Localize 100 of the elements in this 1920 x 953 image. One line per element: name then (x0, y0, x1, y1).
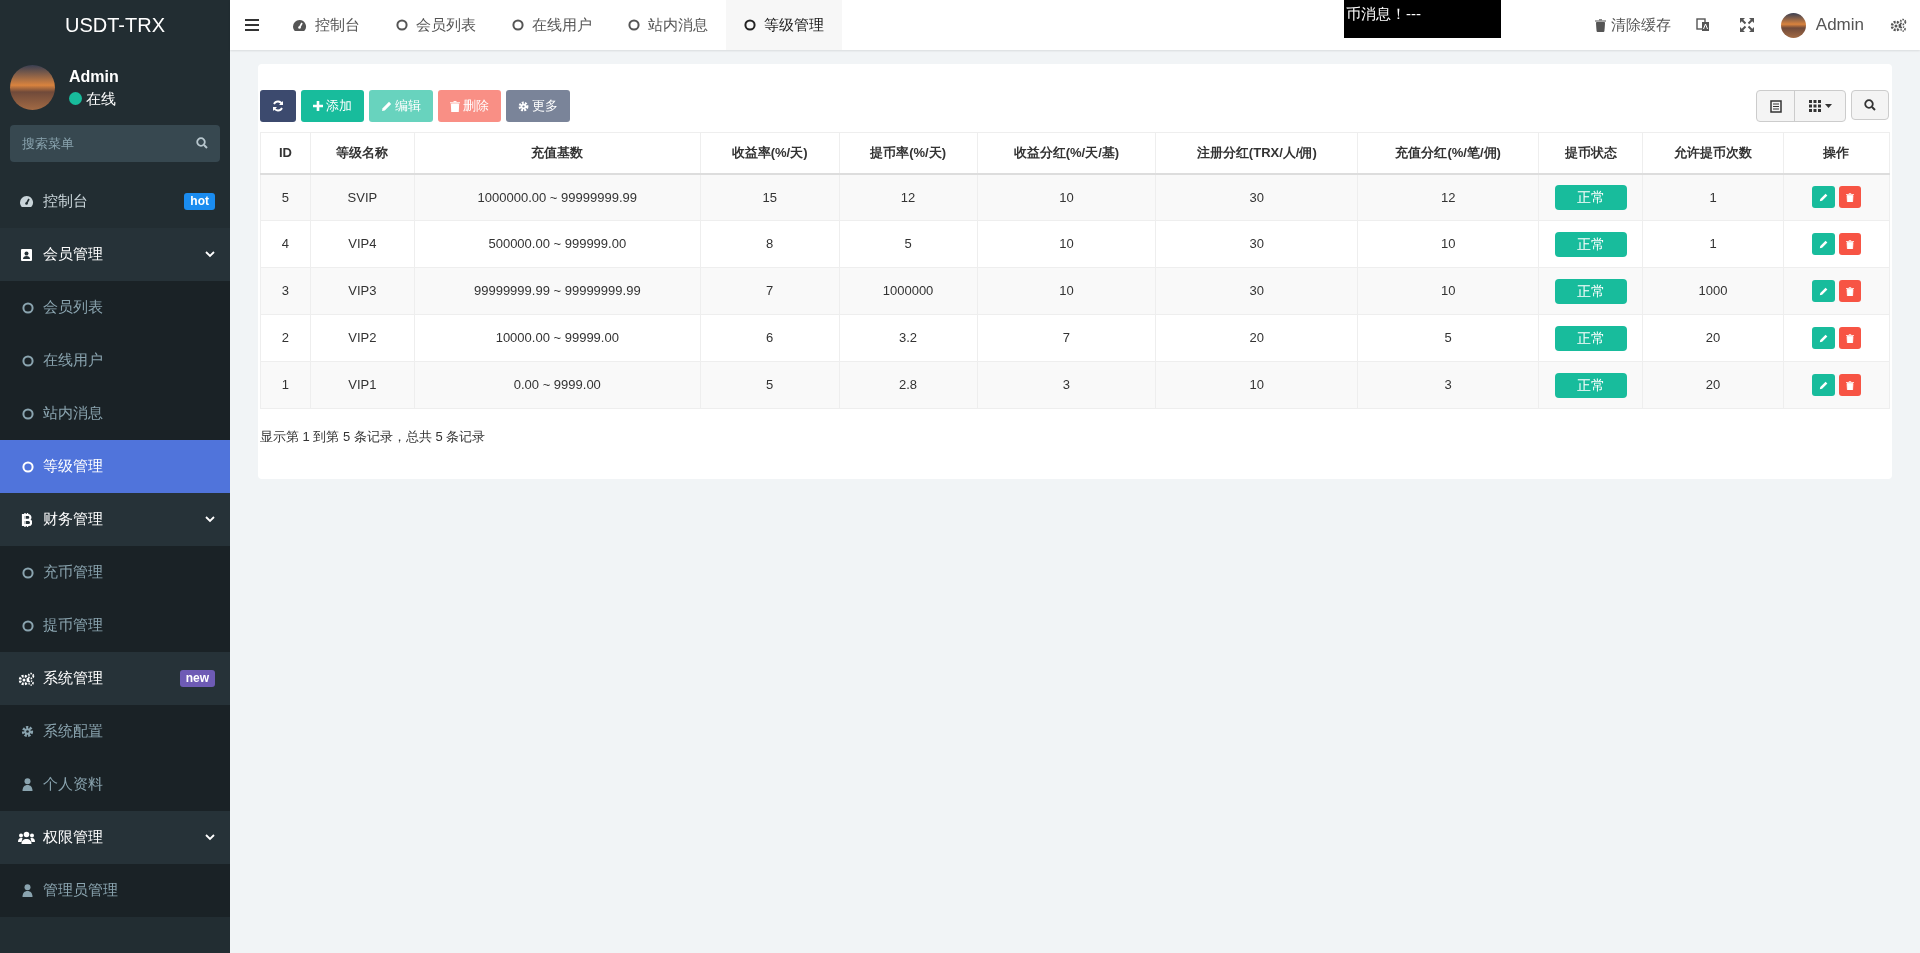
column-header: 等级名称 (336, 145, 389, 160)
edit-button[interactable] (1811, 280, 1835, 302)
settings-icon (21, 725, 34, 738)
sidebar-subitem[interactable]: 提币管理 (0, 599, 230, 652)
circle-icon (21, 460, 34, 473)
table-cell: 8 (766, 236, 774, 252)
table-cell: 5 (766, 377, 774, 393)
delete-button[interactable] (1838, 280, 1861, 302)
column-header: 收益分红(%/天/基) (1013, 145, 1120, 160)
pencil-icon (1818, 333, 1828, 343)
trash-icon (450, 100, 460, 112)
table-cell: 5 (281, 189, 290, 205)
table-cell: 12 (900, 189, 916, 205)
table-cell: 10 (1249, 377, 1265, 393)
sidebar-subitem[interactable]: 站内消息 (0, 387, 230, 440)
settings-icon (518, 100, 529, 112)
sidebar-item[interactable]: 权限管理 (0, 811, 230, 864)
delete-button[interactable] (1838, 374, 1861, 396)
table-cell: 10 (1440, 236, 1456, 252)
edit-button[interactable] (1811, 233, 1835, 255)
table-cell: SVIP (347, 189, 378, 205)
search-button[interactable] (1851, 90, 1889, 120)
table-cell: 1000 (1698, 283, 1728, 299)
circle-icon (21, 301, 34, 314)
table-cell: 3 (1062, 377, 1071, 393)
table-cell: 10 (1440, 283, 1456, 299)
table-cell: VIP4 (348, 236, 377, 252)
expand-icon (1739, 18, 1754, 32)
clear-cache-button[interactable]: 清除缓存 (1584, 13, 1681, 37)
status-badge: 正常 (1554, 278, 1627, 304)
column-header: 提币状态 (1564, 145, 1617, 160)
user-icon (22, 884, 33, 897)
avatar-photo (1780, 12, 1806, 38)
sidebar-subitem[interactable]: 等级管理 (0, 440, 230, 493)
sidebar-subitem[interactable]: 会员列表 (0, 281, 230, 334)
edit-button[interactable] (1811, 186, 1835, 209)
nav-tab[interactable]: 在线用户 (494, 0, 610, 50)
sidebar-item[interactable]: 系统管理 new (0, 652, 230, 705)
table-cell: VIP2 (348, 330, 377, 346)
pencil-icon (1818, 380, 1828, 390)
circle-icon (21, 566, 34, 579)
sidebar-subitem[interactable]: 系统配置 (0, 705, 230, 758)
delete-button[interactable] (1838, 186, 1861, 209)
table-cell: 1 (281, 377, 290, 393)
delete-button[interactable] (1838, 327, 1861, 349)
table-cell: VIP3 (348, 283, 377, 299)
table-cell: 0.00 ~ 9999.00 (513, 377, 601, 393)
trash-icon (1594, 18, 1606, 32)
circle-icon (628, 19, 640, 31)
dashboard-icon (18, 195, 34, 208)
table-cell: 3 (1444, 377, 1452, 393)
edit-button[interactable] (1811, 327, 1835, 349)
nav-tab[interactable]: 会员列表 (378, 0, 494, 50)
table-cell: 15 (762, 189, 777, 205)
caret-icon (1824, 104, 1832, 108)
search-field[interactable]: 搜索菜单 (10, 125, 220, 162)
circle-icon (396, 19, 408, 31)
more-button[interactable]: 更多 (506, 90, 570, 122)
pagination-info: 显示第 1 到第 5 条记录，总共 5 条记录 (260, 428, 486, 446)
menu-icon (245, 19, 259, 31)
trash-icon (1845, 192, 1854, 202)
status-badge: 正常 (1554, 325, 1627, 351)
delete-button[interactable] (1838, 233, 1861, 255)
table-cell: 6 (766, 330, 774, 346)
table-cell: 2.8 (899, 377, 918, 393)
pencil-icon (1818, 192, 1828, 202)
table-cell: 20 (1705, 377, 1721, 393)
translate-icon (1695, 18, 1710, 32)
sidebar-subitem[interactable]: 管理员管理 (0, 864, 230, 917)
user-menu[interactable]: Admin (1768, 0, 1876, 50)
table-cell: 1 (1709, 236, 1717, 252)
table-cell: 5 (1444, 330, 1452, 346)
column-header: 允许提币次数 (1674, 145, 1752, 160)
search-icon (196, 137, 208, 149)
nav-tab[interactable]: 控制台 (274, 0, 378, 50)
nav-tab[interactable]: 等级管理 (726, 0, 842, 50)
circle-icon (21, 354, 34, 367)
pencil-icon (1818, 286, 1828, 296)
plus-icon (313, 101, 323, 111)
table-cell: 500000.00 ~ 999999.00 (488, 236, 627, 252)
nav-tab[interactable]: 站内消息 (610, 0, 726, 50)
table-cell: 2 (281, 330, 290, 346)
user-icon (22, 778, 33, 791)
sidebar-item[interactable]: 会员管理 (0, 228, 230, 281)
menu-badge: hot (184, 193, 215, 210)
refresh-icon (272, 100, 284, 112)
column-header: 操作 (1823, 145, 1850, 160)
sidebar-item[interactable]: 控制台 hot (0, 175, 230, 228)
app-logo: USDT-TRX (64, 13, 166, 38)
edit-button[interactable] (1811, 374, 1835, 396)
refresh-button[interactable] (260, 90, 296, 122)
sidebar-subitem[interactable]: 在线用户 (0, 334, 230, 387)
circle-icon (21, 619, 34, 632)
table-cell: 3 (281, 283, 290, 299)
sidebar-item[interactable]: 财务管理 (0, 493, 230, 546)
table-cell: 20 (1249, 330, 1265, 346)
menu-badge: new (179, 670, 215, 687)
sidebar-subitem[interactable]: 充币管理 (0, 546, 230, 599)
trash-icon (1845, 333, 1854, 343)
sidebar-subitem[interactable]: 个人资料 (0, 758, 230, 811)
